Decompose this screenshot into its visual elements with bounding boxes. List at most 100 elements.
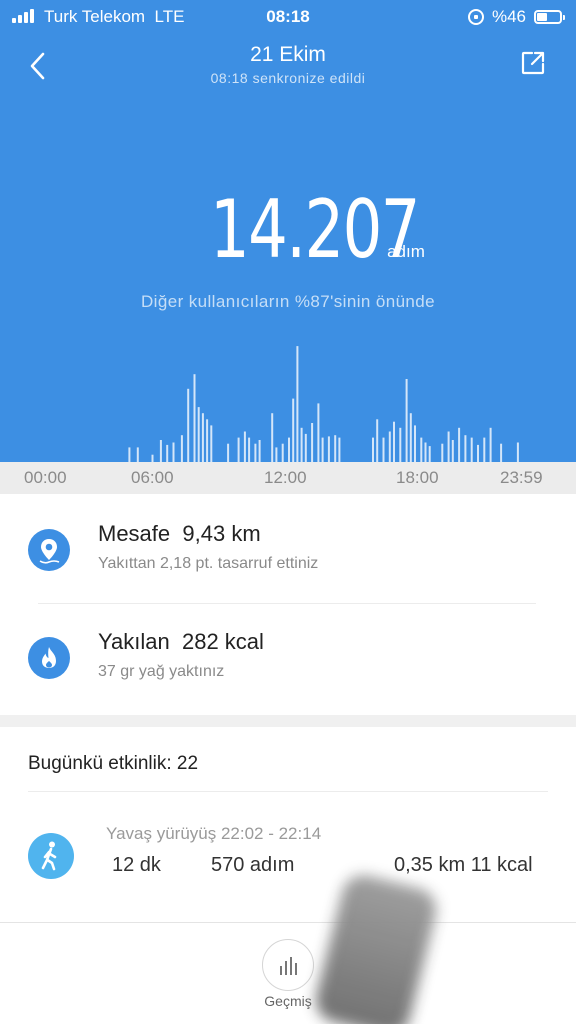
- step-bar: [489, 427, 492, 462]
- tick-0000: 00:00: [24, 468, 67, 487]
- distance-title: Mesafe 9,43 km: [98, 521, 261, 547]
- step-bar: [271, 413, 274, 462]
- calories-title: Yakılan 282 kcal: [98, 629, 264, 655]
- step-bar: [334, 435, 337, 462]
- time-axis: 00:00 06:00 12:00 18:00 23:59: [0, 462, 576, 494]
- step-bar: [451, 440, 454, 462]
- activity-steps: 570 adım: [211, 854, 295, 876]
- walking-person-icon: [28, 833, 74, 879]
- step-bar: [424, 442, 427, 462]
- step-bar: [388, 431, 391, 462]
- step-bar: [136, 447, 139, 462]
- step-bar: [201, 413, 204, 462]
- step-bar: [243, 431, 246, 462]
- step-bar: [372, 437, 374, 462]
- step-bar: [210, 425, 213, 462]
- step-bar: [420, 437, 423, 462]
- step-bar: [159, 440, 162, 462]
- step-bar: [254, 443, 257, 462]
- step-bar: [393, 421, 395, 462]
- distance-value: 9,43 km: [182, 521, 261, 546]
- bar-chart-icon: [280, 957, 297, 975]
- ranking-text: Diğer kullanıcıların %87'sinin önünde: [141, 292, 435, 311]
- step-bar: [399, 427, 402, 462]
- step-bar: [128, 447, 131, 462]
- step-bar: [376, 419, 379, 462]
- share-icon: [521, 51, 545, 75]
- step-bar: [304, 433, 307, 462]
- distance-sub: Yakıttan 2,18 pt. tasarruf ettiniz: [98, 555, 319, 572]
- calories-value: 282 kcal: [181, 629, 264, 654]
- share-button[interactable]: [520, 50, 546, 76]
- app-screen: Turk Telekom LTE 08:18 %46 21 Ekim 08:18…: [0, 0, 576, 1024]
- battery-fill: [537, 13, 547, 21]
- steps-summary: 14.207adım: [0, 190, 576, 270]
- step-bar: [311, 423, 314, 462]
- distance-row[interactable]: Mesafe 9,43 km Yakıttan 2,18 pt. tasarru…: [0, 496, 576, 604]
- step-bar: [321, 437, 324, 462]
- flame-icon: [28, 637, 70, 679]
- calories-sub: 37 gr yağ yaktınız: [98, 663, 225, 680]
- step-bar: [338, 437, 341, 462]
- distance-label: Mesafe: [98, 521, 171, 546]
- step-bar: [187, 388, 190, 462]
- step-bar: [483, 437, 486, 462]
- section-separator: [0, 715, 576, 727]
- step-bar: [197, 407, 200, 462]
- step-bar: [248, 437, 251, 462]
- step-bar: [237, 437, 240, 462]
- calories-row[interactable]: Yakılan 282 kcal 37 gr yağ yaktınız: [0, 604, 576, 712]
- step-bar: [166, 444, 169, 462]
- step-bar: [516, 442, 519, 462]
- tick-1200: 12:00: [264, 468, 307, 487]
- step-bar: [477, 444, 479, 462]
- tick-2359: 23:59: [500, 468, 543, 487]
- step-bar: [382, 437, 385, 462]
- step-bar: [447, 431, 450, 462]
- activity-duration: 12 dk: [112, 854, 161, 876]
- summary-header: Turk Telekom LTE 08:18 %46 21 Ekim 08:18…: [0, 0, 576, 462]
- hourly-steps-chart: [128, 346, 519, 462]
- rotation-lock-icon: [467, 9, 484, 25]
- bottom-bar: Geçmiş: [0, 922, 576, 1024]
- step-bar: [275, 447, 278, 462]
- step-bar: [500, 443, 503, 462]
- page-title: 21 Ekim: [250, 43, 326, 66]
- tick-0600: 06:00: [131, 468, 174, 487]
- step-bar: [151, 454, 154, 462]
- map-pin-icon: [28, 529, 70, 571]
- step-bar: [414, 425, 416, 462]
- step-bar: [405, 379, 408, 462]
- tick-1800: 18:00: [396, 468, 439, 487]
- step-bar: [296, 346, 299, 462]
- step-bar: [206, 419, 209, 462]
- step-bar: [317, 403, 320, 462]
- step-bar: [292, 398, 295, 462]
- activity-count: Bugünkü etkinlik: 22: [28, 753, 199, 774]
- status-right: %46: [467, 7, 565, 27]
- step-bar: [327, 436, 330, 462]
- step-bar: [258, 440, 261, 462]
- step-bar: [458, 427, 461, 462]
- divider: [28, 791, 548, 792]
- step-bar: [409, 413, 412, 462]
- step-bar: [193, 374, 196, 462]
- activity-title: Yavaş yürüyüş 22:02 - 22:14: [106, 824, 322, 843]
- step-bar: [172, 442, 175, 462]
- calories-label: Yakılan: [98, 629, 170, 654]
- battery-icon: [534, 10, 565, 24]
- step-bar: [281, 443, 284, 462]
- step-bar: [180, 435, 183, 462]
- step-bar: [464, 435, 467, 462]
- step-bar: [300, 427, 303, 462]
- status-bar: Turk Telekom LTE 08:18 %46: [0, 0, 576, 34]
- sync-status: 08:18 senkronize edildi: [210, 70, 366, 86]
- history-button[interactable]: [262, 939, 314, 991]
- battery-percent: %46: [491, 7, 526, 26]
- step-count: 14.207: [210, 183, 421, 276]
- step-bar: [428, 446, 431, 462]
- step-bar: [227, 443, 230, 462]
- step-bar: [288, 437, 290, 462]
- activity-distance-calories: 0,35 km 11 kcal: [394, 854, 533, 876]
- step-bar: [441, 443, 444, 462]
